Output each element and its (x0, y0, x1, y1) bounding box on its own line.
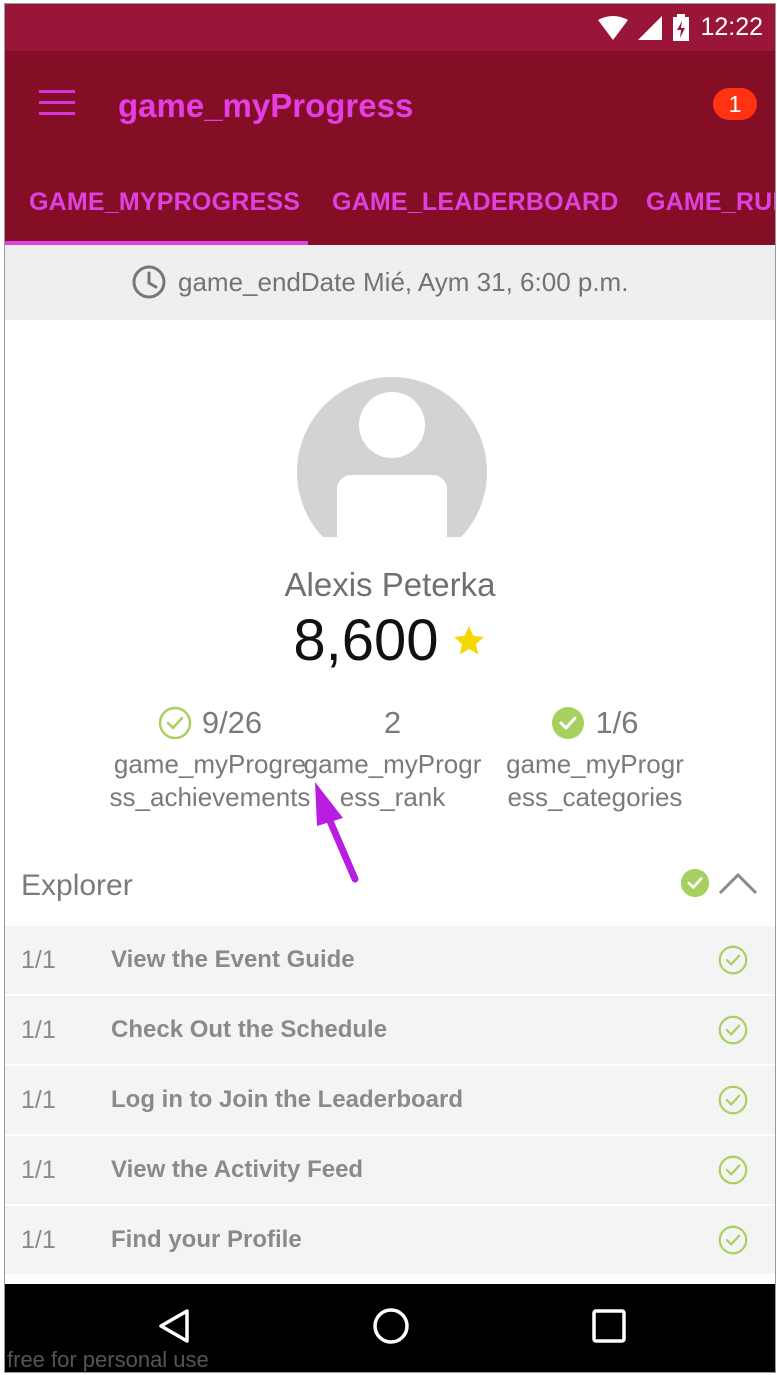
status-bar: 12:22 (5, 4, 775, 51)
clock-icon (132, 265, 166, 299)
check-filled-icon (680, 868, 710, 898)
item-count: 1/1 (21, 1226, 56, 1254)
check-outline-icon (158, 706, 192, 740)
stat-achievements[interactable]: 9/26 game_myProgress_achievements (108, 704, 312, 814)
item-title: Find your Profile (111, 1226, 302, 1253)
item-count: 1/1 (21, 1016, 56, 1044)
chevron-up-icon[interactable] (717, 870, 759, 896)
stat-categories[interactable]: 1/6 game_myProgress_categories (500, 704, 690, 814)
app-screen: 12:22 game_myProgress 1 GAME_MYPROGRESS … (4, 3, 776, 1373)
points-value: 8,600 (293, 608, 439, 673)
categories-label: game_myProgress_categories (506, 749, 684, 812)
category-items-list: 1/1 View the Event Guide 1/1 Check Out t… (5, 924, 775, 1274)
hamburger-menu-icon[interactable] (39, 90, 75, 116)
star-icon (453, 625, 484, 654)
list-item[interactable]: 1/1 Log in to Join the Leaderboard (5, 1064, 775, 1134)
achievements-label: game_myProgress_achievements (109, 749, 311, 812)
category-header[interactable]: Explorer (5, 852, 775, 924)
user-name: Alexis Peterka (284, 566, 496, 603)
watermark-text: free for personal use (7, 1347, 209, 1372)
check-outline-icon (718, 1155, 748, 1185)
check-outline-icon (718, 1015, 748, 1045)
check-outline-icon (718, 945, 748, 975)
list-item[interactable]: 1/1 Find your Profile (5, 1204, 775, 1274)
avatar-placeholder-icon (297, 377, 487, 537)
check-filled-icon (552, 707, 585, 739)
check-outline-icon (718, 1085, 748, 1115)
clock-time: 12:22 (700, 13, 763, 41)
points-display: 8,600 (5, 607, 775, 674)
page-title: game_myProgress (118, 87, 414, 124)
app-bar: game_myProgress 1 (5, 51, 775, 161)
wifi-icon (598, 15, 629, 40)
tab-rules[interactable]: GAME_RULES (646, 188, 775, 217)
progress-stats: 9/26 game_myProgress_achievements 2 game… (5, 704, 775, 854)
item-count: 1/1 (21, 1156, 56, 1184)
categories-value: 1/6 (595, 705, 639, 740)
tab-bar: GAME_MYPROGRESS GAME_LEADERBOARD GAME_RU… (5, 161, 775, 245)
item-count: 1/1 (21, 1086, 56, 1114)
category-title: Explorer (21, 869, 133, 902)
recent-apps-icon[interactable] (589, 1306, 629, 1346)
item-title: View the Activity Feed (111, 1156, 364, 1183)
cellular-signal-icon (638, 15, 663, 40)
item-title: Log in to Join the Leaderboard (111, 1086, 464, 1113)
back-icon[interactable] (155, 1306, 195, 1346)
item-title: Check Out the Schedule (111, 1016, 388, 1043)
list-item[interactable]: 1/1 View the Activity Feed (5, 1134, 775, 1204)
end-date-text: game_endDate Mié, Aym 31, 6:00 p.m. (178, 266, 629, 297)
tab-leaderboard[interactable]: GAME_LEADERBOARD (332, 188, 619, 217)
list-item[interactable]: 1/1 Check Out the Schedule (5, 994, 775, 1064)
end-date-bar: game_endDate Mié, Aym 31, 6:00 p.m. (5, 245, 775, 320)
battery-charging-icon (673, 13, 690, 41)
item-title: View the Event Guide (111, 946, 355, 973)
rank-value: 2 (383, 705, 402, 740)
notification-badge[interactable]: 1 (713, 88, 757, 120)
tab-my-progress[interactable]: GAME_MYPROGRESS (29, 188, 300, 217)
check-outline-icon (718, 1225, 748, 1255)
item-count: 1/1 (21, 946, 56, 974)
achievements-value: 9/26 (201, 705, 263, 740)
home-icon[interactable] (371, 1306, 411, 1346)
list-item[interactable]: 1/1 View the Event Guide (5, 924, 775, 994)
